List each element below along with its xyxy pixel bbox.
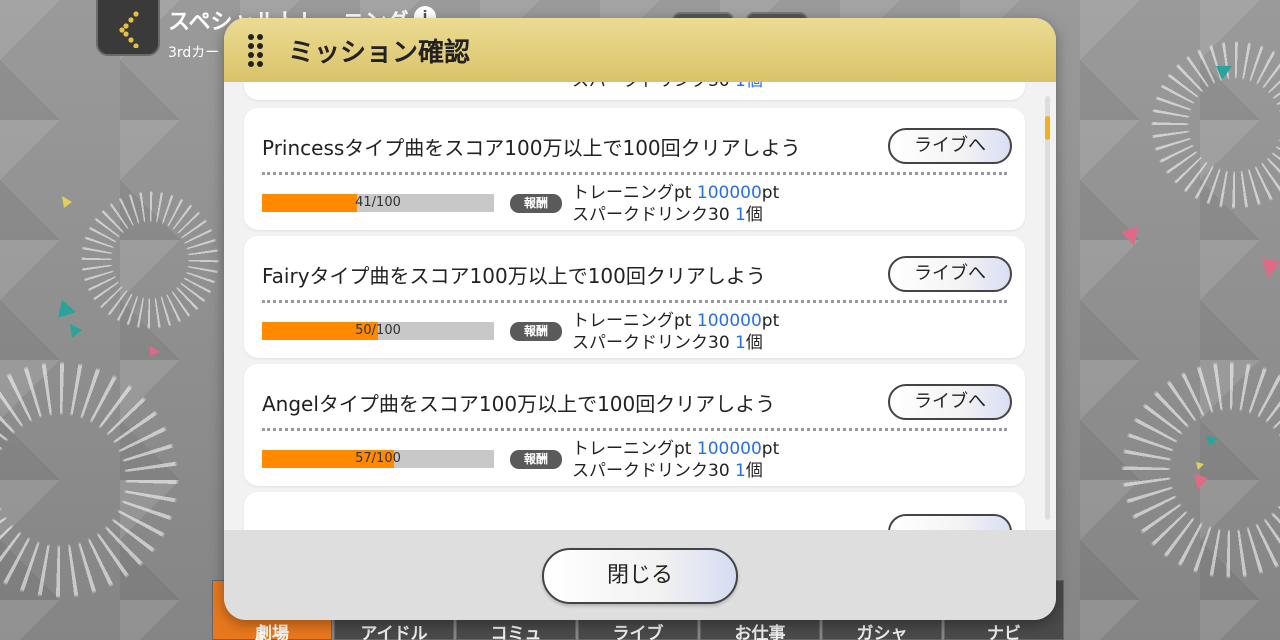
progress-text: 50/100	[355, 323, 401, 338]
mission-reward-partial: スパークドリンク30 1個	[572, 82, 763, 92]
mission-card: Princessタイプ曲をスコア100万以上で100回クリアしよう ライブへ 4…	[244, 108, 1025, 230]
scrollbar-track[interactable]	[1045, 96, 1050, 520]
progress-text: 57/100	[355, 451, 401, 466]
divider	[262, 300, 1007, 303]
reward-badge: 報酬	[510, 322, 562, 341]
reward-list: トレーニングpt 100000pt スパークドリンク30 1個	[572, 182, 779, 226]
mission-dialog: ミッション確認 スパークドリンク30 1個 Princessタイプ曲をスコア10…	[224, 18, 1056, 620]
mission-card-partial-top: スパークドリンク30 1個	[244, 82, 1025, 100]
dialog-title: ミッション確認	[288, 38, 471, 68]
progress-text: 41/100	[355, 195, 401, 210]
mission-card: Fairyタイプ曲をスコア100万以上で100回クリアしよう ライブへ 50/1…	[244, 236, 1025, 358]
mission-progress-bar: 57/100	[262, 450, 494, 468]
mission-progress-bar: 50/100	[262, 322, 494, 340]
mission-title: Princessタイプ曲をスコア100万以上で100回クリアしよう	[262, 136, 801, 160]
mission-title: Angelタイプ曲をスコア100万以上で100回クリアしよう	[262, 392, 776, 416]
go-to-live-button[interactable]: ライブへ	[888, 128, 1012, 164]
mission-title: Fairyタイプ曲をスコア100万以上で100回クリアしよう	[262, 264, 766, 288]
reward-badge: 報酬	[510, 450, 562, 469]
drag-handle-icon	[248, 34, 268, 68]
reward-spark-drink: スパークドリンク30 1個	[572, 333, 763, 353]
reward-training-pt: トレーニングpt 100000pt	[572, 183, 780, 203]
go-to-live-button[interactable]: ライブへ	[888, 256, 1012, 292]
go-to-live-button[interactable]	[888, 514, 1012, 530]
mission-progress-bar: 41/100	[262, 194, 494, 212]
dialog-header: ミッション確認	[224, 18, 1056, 82]
back-button[interactable]	[96, 0, 160, 56]
mission-card: Angelタイプ曲をスコア100万以上で100回クリアしよう ライブへ 57/1…	[244, 364, 1025, 486]
divider	[262, 172, 1007, 175]
reward-spark-drink: スパークドリンク30 1個	[572, 461, 763, 481]
scrollbar-thumb[interactable]	[1045, 116, 1050, 140]
reward-list: トレーニングpt 100000pt スパークドリンク30 1個	[572, 438, 779, 482]
reward-spark-drink: スパークドリンク30 1個	[572, 205, 763, 225]
reward-badge: 報酬	[510, 194, 562, 213]
reward-training-pt: トレーニングpt 100000pt	[572, 439, 780, 459]
reward-list: トレーニングpt 100000pt スパークドリンク30 1個	[572, 310, 779, 354]
close-button[interactable]: 閉じる	[542, 548, 738, 604]
divider	[262, 428, 1007, 431]
go-to-live-button[interactable]: ライブへ	[888, 384, 1012, 420]
reward-training-pt: トレーニングpt 100000pt	[572, 311, 780, 331]
mission-list[interactable]: スパークドリンク30 1個 Princessタイプ曲をスコア100万以上で100…	[224, 82, 1056, 530]
mission-card-partial-bottom	[244, 492, 1025, 530]
chevron-left-icon	[119, 11, 139, 48]
page-subtitle: 3rdカー	[168, 45, 220, 61]
